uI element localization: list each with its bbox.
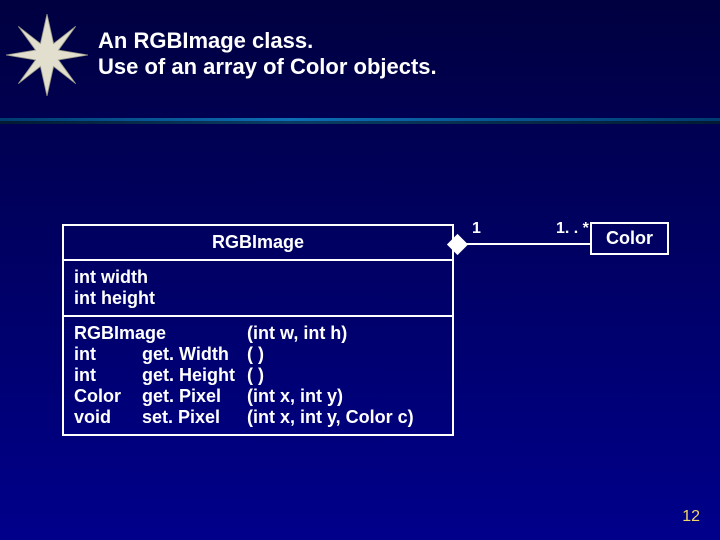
page-number: 12 <box>682 508 700 526</box>
uml-class-rgbimage: RGBImage int width int height RGBImage (… <box>62 224 454 436</box>
multiplicity-left: 1 <box>472 220 481 238</box>
uml-method: Color get. Pixel (int x, int y) <box>74 386 442 407</box>
uml-methods: RGBImage (int w, int h) int get. Width (… <box>64 315 452 434</box>
uml-class-color: Color <box>590 222 669 255</box>
uml-method: void set. Pixel (int x, int y, Color c) <box>74 407 442 428</box>
uml-attributes: int width int height <box>64 259 452 315</box>
multiplicity-right: 1. . * <box>556 220 589 238</box>
uml-class-name: RGBImage <box>64 226 452 259</box>
divider <box>0 118 720 124</box>
title-line-2: Use of an array of Color objects. <box>98 54 437 79</box>
uml-attribute: int width <box>74 267 442 288</box>
slide: An RGBImage class. Use of an array of Co… <box>0 0 720 540</box>
title-line-1: An RGBImage class. <box>98 28 313 53</box>
uml-method: int get. Width ( ) <box>74 344 442 365</box>
uml-attribute: int height <box>74 288 442 309</box>
uml-method: RGBImage (int w, int h) <box>74 323 442 344</box>
slide-title: An RGBImage class. Use of an array of Co… <box>98 28 437 81</box>
star-bullet-icon <box>6 14 88 96</box>
uml-method: int get. Height ( ) <box>74 365 442 386</box>
association-line <box>462 243 592 245</box>
